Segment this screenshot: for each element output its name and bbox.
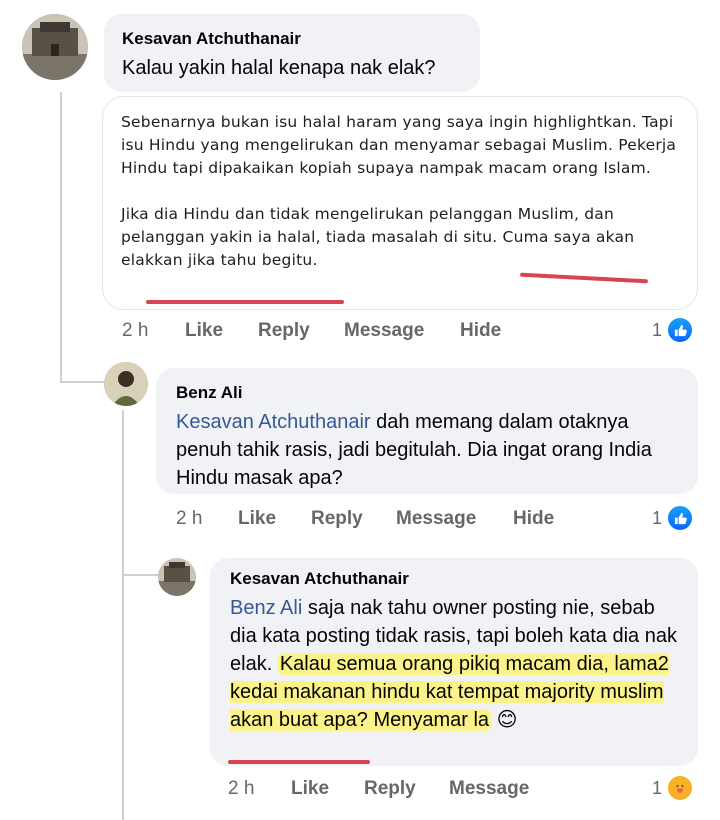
message-button[interactable]: Message xyxy=(344,320,460,342)
comment-text: Kalau yakin halal kenapa nak elak? xyxy=(122,57,436,79)
avatar[interactable] xyxy=(22,14,88,80)
avatar[interactable] xyxy=(158,558,196,596)
hide-button[interactable]: Hide xyxy=(513,508,554,530)
comment-bubble: Kesavan Atchuthanair Benz Ali saja nak t… xyxy=(210,558,698,766)
reaction-number: 1 xyxy=(652,777,663,798)
reply-button[interactable]: Reply xyxy=(258,320,344,342)
hide-button[interactable]: Hide xyxy=(460,320,501,342)
comment-text: Benz Ali saja nak tahu owner posting nie… xyxy=(230,597,677,731)
red-underline xyxy=(228,760,370,764)
reaction-count[interactable]: 1 xyxy=(652,774,695,802)
comment-bubble: Benz Ali Kesavan Atchuthanair dah memang… xyxy=(156,368,698,494)
like-button[interactable]: Like xyxy=(185,320,258,342)
avatar[interactable] xyxy=(104,362,148,406)
timestamp[interactable]: 2 h xyxy=(122,320,185,342)
comment-author[interactable]: Kesavan Atchuthanair xyxy=(122,28,462,50)
timestamp[interactable]: 2 h xyxy=(228,778,291,800)
reaction-count[interactable]: 1 xyxy=(652,316,695,344)
comment-text: Kesavan Atchuthanair dah memang dalam ot… xyxy=(176,411,652,489)
thread-line xyxy=(60,92,62,382)
smile-emoji-icon: 😊 xyxy=(496,709,518,731)
highlighted-text: Kalau semua orang pikiq macam dia, lama2… xyxy=(230,653,669,731)
comment-author[interactable]: Benz Ali xyxy=(176,382,678,404)
thread-branch xyxy=(122,574,158,576)
reply-button[interactable]: Reply xyxy=(311,508,396,530)
comment-actions: 2 h Like Reply Message Hide xyxy=(122,320,501,342)
message-button[interactable]: Message xyxy=(449,778,529,800)
message-button[interactable]: Message xyxy=(396,508,513,530)
comment-actions: 2 h Like Reply Message Hide xyxy=(176,508,554,530)
thread-branch xyxy=(60,381,104,383)
like-icon xyxy=(666,316,695,344)
comment-bubble: Kesavan Atchuthanair Kalau yakin halal k… xyxy=(104,14,480,92)
thread-line xyxy=(122,410,124,820)
mention-link[interactable]: Kesavan Atchuthanair xyxy=(176,411,371,433)
timestamp[interactable]: 2 h xyxy=(176,508,238,530)
reply-button[interactable]: Reply xyxy=(364,778,449,800)
attached-text-paragraph: Jika dia Hindu dan tidak mengelirukan pe… xyxy=(121,205,635,269)
mention-link[interactable]: Benz Ali xyxy=(230,597,302,619)
reaction-number: 1 xyxy=(652,319,663,340)
reaction-number: 1 xyxy=(652,507,663,528)
reaction-count[interactable]: 1 xyxy=(652,504,695,532)
like-button[interactable]: Like xyxy=(291,778,364,800)
attached-text-paragraph: Sebenarnya bukan isu halal haram yang sa… xyxy=(121,113,677,177)
red-underline xyxy=(146,300,344,304)
care-icon xyxy=(666,774,695,802)
comment-author[interactable]: Kesavan Atchuthanair xyxy=(230,568,678,590)
comment-actions: 2 h Like Reply Message xyxy=(228,778,529,800)
like-button[interactable]: Like xyxy=(238,508,311,530)
like-icon xyxy=(666,504,695,532)
